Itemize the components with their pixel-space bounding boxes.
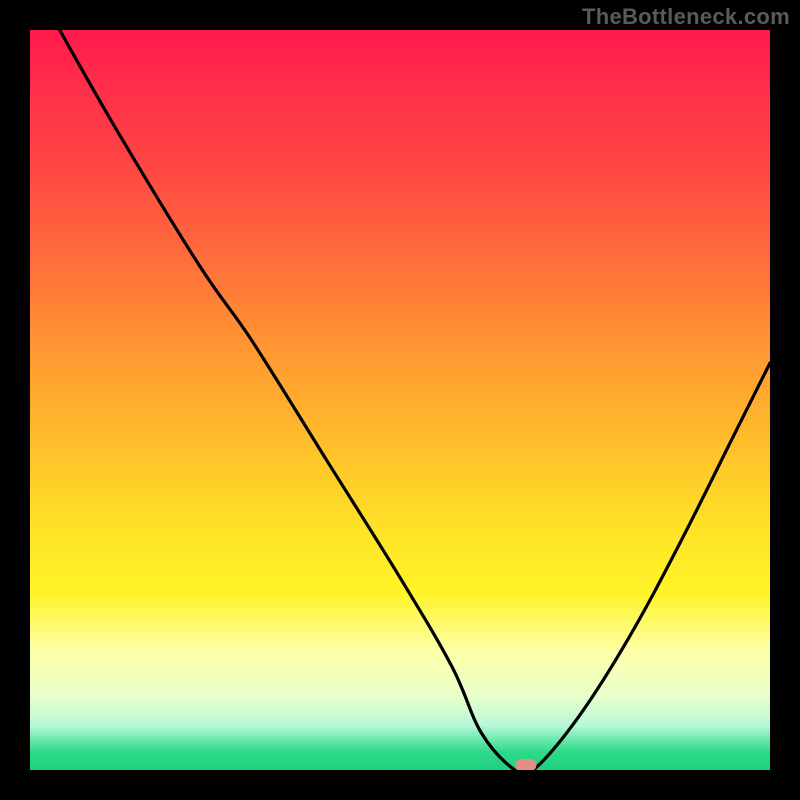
bottleneck-curve	[30, 30, 770, 770]
plot-area	[30, 30, 770, 770]
watermark-text: TheBottleneck.com	[582, 4, 790, 30]
chart-frame: TheBottleneck.com	[0, 0, 800, 800]
optimal-marker	[515, 759, 536, 770]
